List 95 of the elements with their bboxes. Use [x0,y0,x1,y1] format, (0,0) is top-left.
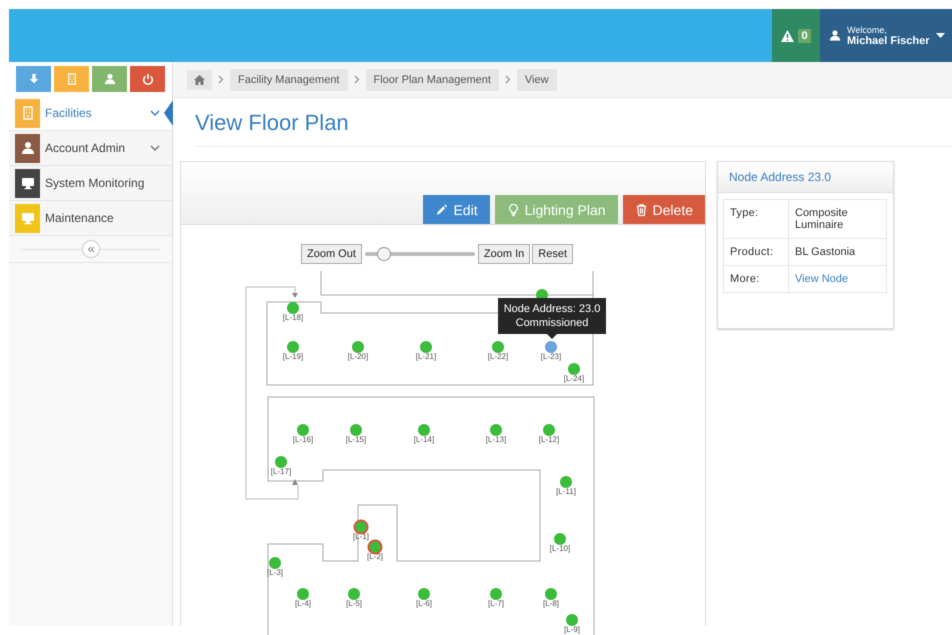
lighting-icon [506,202,520,216]
building-icon [66,73,78,85]
zoom-slider[interactable] [364,247,475,261]
shortcut-button[interactable] [16,66,51,92]
table-cell: Product: [724,238,788,266]
light-node[interactable] [492,341,504,353]
light-node[interactable] [275,456,287,468]
sidebar-item[interactable]: Account Admin [9,131,172,166]
collapse-button[interactable] [82,240,100,258]
node-label: [L-18] [282,313,304,322]
light-node[interactable] [297,424,309,436]
chevron-icon [504,75,511,84]
sidebar-item[interactable]: Facilities [9,96,172,131]
node-label: [L-12] [538,435,560,444]
table-cell: Type: [724,200,788,238]
table-cell: Composite Luminaire [788,200,886,238]
light-node[interactable] [545,588,557,600]
light-node[interactable] [418,424,430,436]
double-chevron-icon [86,246,94,252]
tooltip-text: Node Address: 23.0 [502,302,602,316]
light-node[interactable] [269,557,281,569]
user-icon [829,29,841,42]
node-label: [L-16] [292,435,314,444]
edit-icon [435,202,448,216]
light-node[interactable] [545,341,557,353]
sidebar-item[interactable]: System Monitoring [9,166,172,201]
chevron-icon [354,75,360,84]
node-label: [L-3] [267,568,283,577]
light-node[interactable] [348,588,360,600]
panel-title: Node Address 23.0 [718,162,893,193]
zoom-out-button[interactable]: Zoom Out [301,244,362,264]
chevron-icon [218,75,224,84]
light-node[interactable] [490,588,502,600]
light-node[interactable] [568,363,580,375]
node-label: [L-23] [540,352,562,361]
page-title: View Floor Plan [195,110,952,147]
node-label: [L-1] [353,532,369,541]
light-node[interactable] [287,302,299,314]
node-label: [L-6] [416,599,432,608]
zoom-in-button[interactable]: Zoom In [478,244,530,264]
table-cell: BL Gastonia [788,238,886,266]
light-node[interactable] [420,341,432,353]
node-label: [L-11] [556,487,576,496]
node-label: [L-5] [346,599,362,608]
light-node[interactable] [560,476,572,488]
light-node[interactable] [418,588,430,600]
alert-count: 0 [798,28,811,42]
warning-icon [781,30,794,42]
breadcrumb-link[interactable]: Facility Management [230,68,348,90]
caret-icon [936,33,945,38]
light-node[interactable] [543,424,555,436]
node-label: [L-10] [550,544,570,553]
edit-button[interactable]: Edit [423,195,490,224]
node-label: [L-21] [416,352,436,361]
sidebar-item[interactable]: Maintenance [9,201,172,236]
user-icon [104,73,116,85]
power-icon [142,73,154,85]
reset-button[interactable]: Reset [532,244,574,264]
node-label: [L-15] [346,435,366,444]
node-label: [L-7] [488,599,504,608]
light-node[interactable] [297,588,309,600]
table-cell: More: [724,266,788,292]
delete-icon [634,202,648,216]
breadcrumb-link[interactable]: Floor Plan Management [366,68,499,90]
node-label: [L-4] [295,599,311,608]
node-label: [L-14] [414,435,434,444]
shortcut-button[interactable] [92,66,127,92]
node-label: [L-19] [282,352,304,361]
node-label: [L-2] [367,552,383,561]
home-icon [194,74,205,84]
user-menu[interactable]: Welcome, Michael Fischer [820,9,952,62]
node-label: [L-13] [486,435,506,444]
tooltip-text: Commissioned [514,316,590,330]
light-node[interactable] [566,614,578,626]
node-label: [L-22] [488,352,508,361]
breadcrumb-link[interactable]: View [516,68,557,90]
light-node[interactable] [352,341,364,353]
node-label: [L-20] [348,352,368,361]
user-name: Michael Fischer [847,34,930,46]
home-button[interactable] [187,70,212,90]
node-label: [L-8] [543,599,559,608]
light-node[interactable] [354,520,368,534]
shortcut-button[interactable] [130,66,165,92]
download-icon [28,73,40,85]
light-node[interactable] [490,424,502,436]
node-label: [L-17] [270,467,292,476]
node-label: [L-24] [564,374,584,383]
shortcut-button[interactable] [54,66,89,92]
light-node[interactable] [287,341,299,353]
light-node[interactable] [368,540,382,554]
light-node[interactable] [350,424,362,436]
light-node[interactable] [554,533,566,545]
delete-button[interactable]: Delete [622,195,705,224]
welcome-text: Welcome, [847,24,888,34]
node-label: [L-9] [564,625,580,634]
